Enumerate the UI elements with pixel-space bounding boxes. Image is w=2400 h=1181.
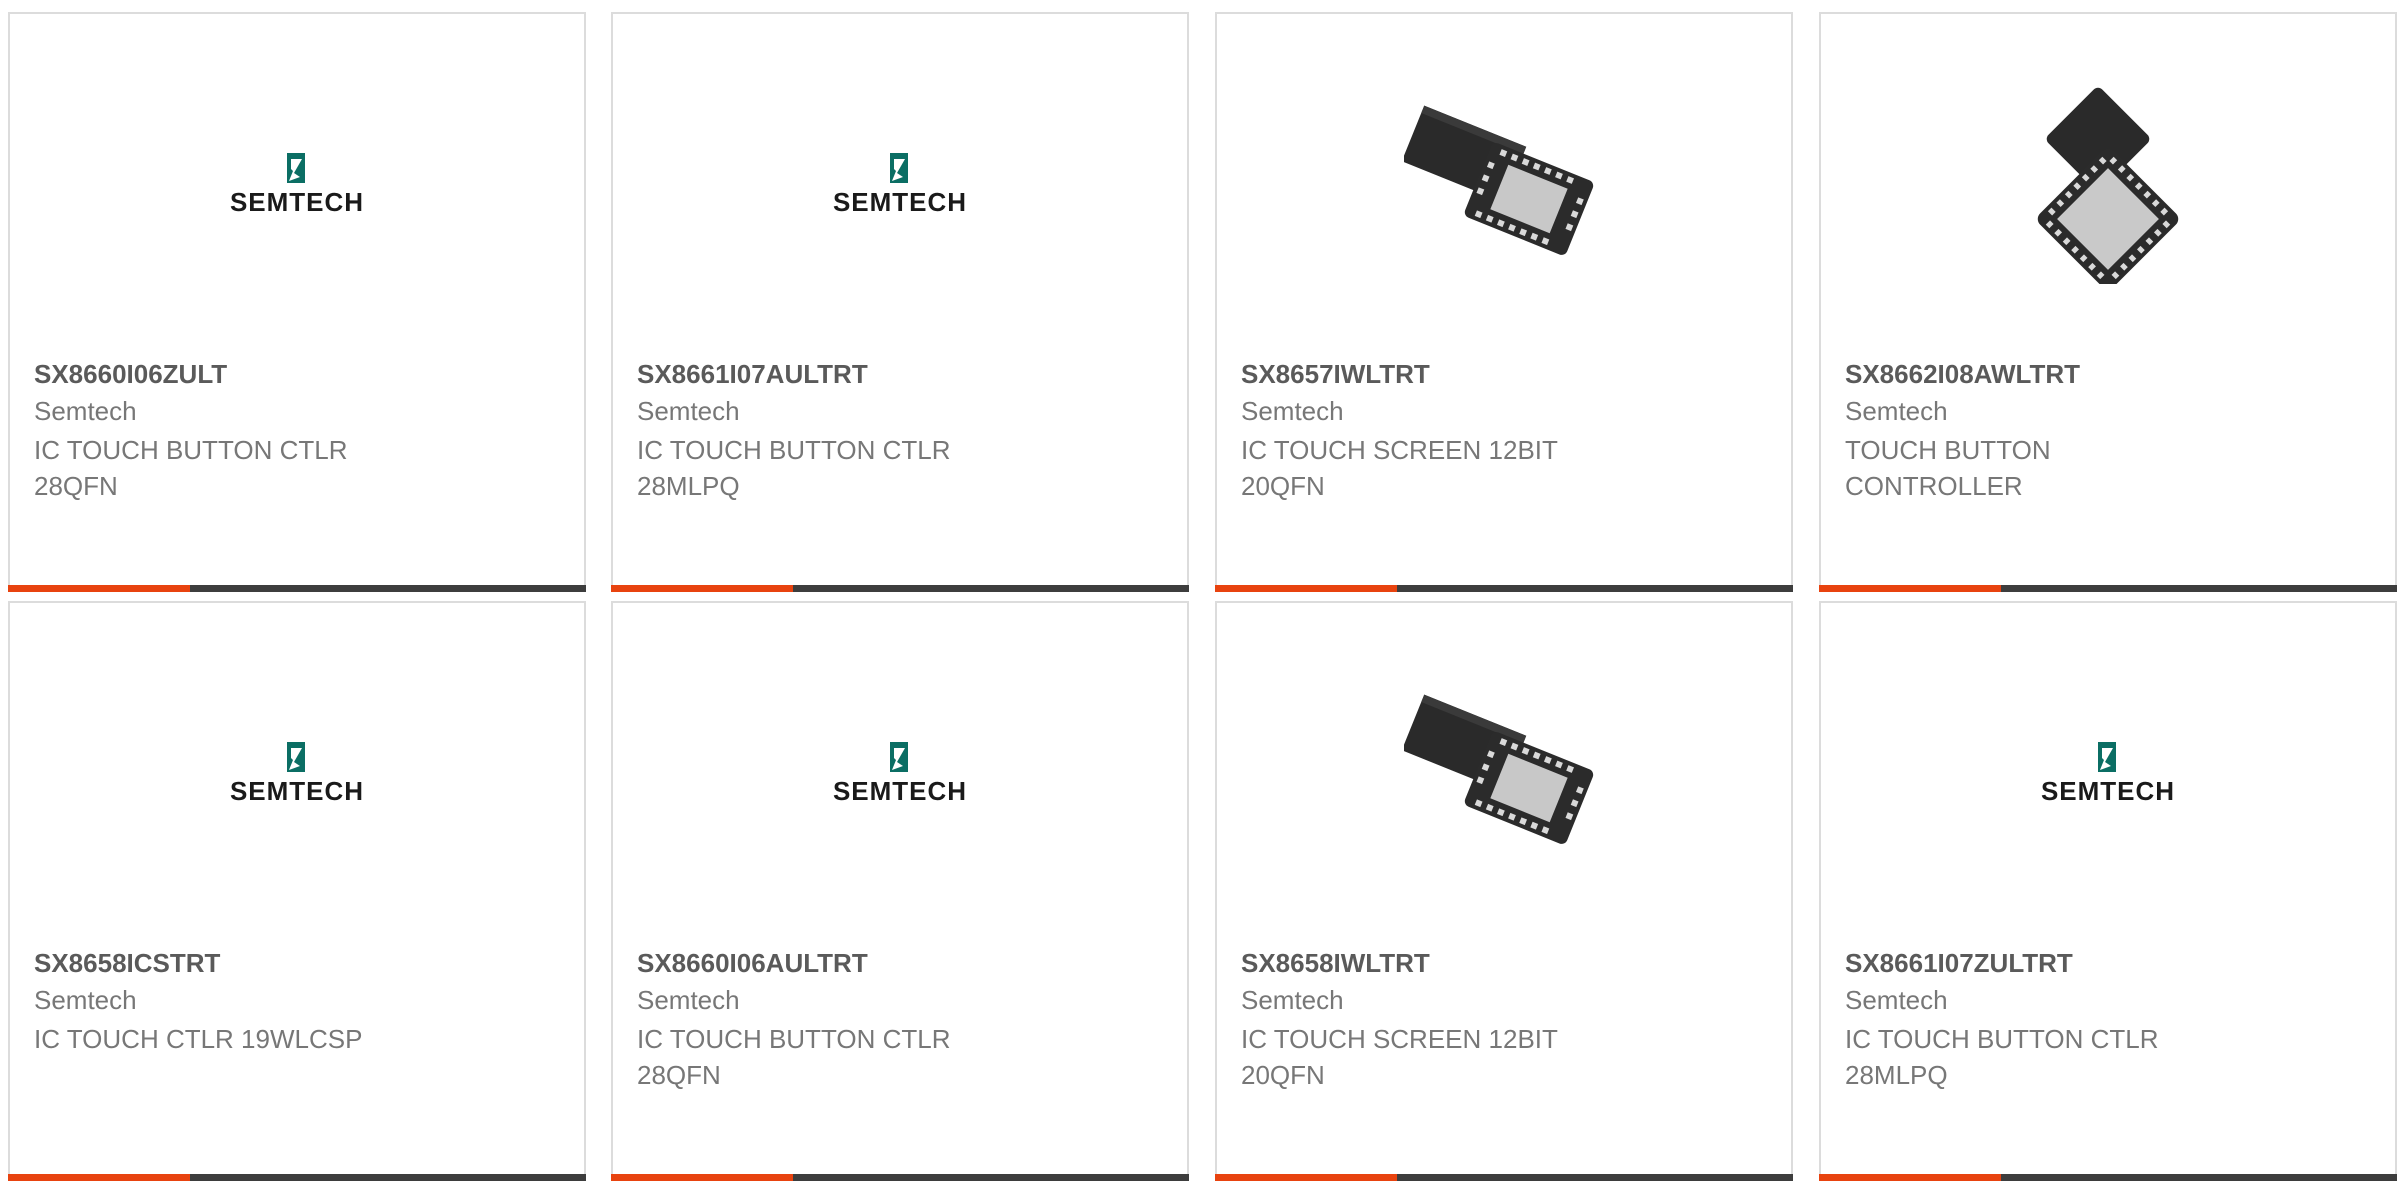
manufacturer: Semtech	[1845, 396, 1948, 426]
product-card[interactable]: SX8661I07ZULTRT Semtech IC TOUCH BUTTON …	[1819, 601, 2397, 1181]
card-bottom-bar	[8, 585, 586, 592]
card-bottom-bar	[1215, 1174, 1793, 1181]
part-number[interactable]: SX8662I08AWLTRT	[1845, 359, 2080, 390]
product-card[interactable]: SX8657IWLTRT Semtech IC TOUCH SCREEN 12B…	[1215, 12, 1793, 592]
description: TOUCH BUTTON CONTROLLER	[1845, 435, 2051, 501]
card-accent-bar	[8, 585, 190, 592]
card-accent-bar	[1819, 1174, 2001, 1181]
product-card[interactable]: SX8662I08AWLTRT Semtech TOUCH BUTTON CON…	[1819, 12, 2397, 592]
product-image[interactable]	[10, 14, 584, 354]
qfn-chip-photo	[1404, 84, 1604, 284]
product-card[interactable]: SX8660I06AULTRT Semtech IC TOUCH BUTTON …	[611, 601, 1189, 1181]
product-card[interactable]: SX8661I07AULTRT Semtech IC TOUCH BUTTON …	[611, 12, 1189, 592]
product-image[interactable]	[613, 603, 1187, 943]
product-image[interactable]	[1217, 603, 1791, 943]
product-card[interactable]: SX8658IWLTRT Semtech IC TOUCH SCREEN 12B…	[1215, 601, 1793, 1181]
qfn-chip-photo	[1404, 673, 1604, 873]
card-bottom-bar	[1819, 1174, 2397, 1181]
product-card[interactable]: SX8660I06ZULT Semtech IC TOUCH BUTTON CT…	[8, 12, 586, 592]
description: IC TOUCH SCREEN 12BIT 20QFN	[1241, 1024, 1558, 1090]
description: IC TOUCH BUTTON CTLR 28MLPQ	[1845, 1024, 2159, 1090]
part-number[interactable]: SX8661I07ZULTRT	[1845, 948, 2073, 979]
product-image[interactable]	[613, 14, 1187, 354]
manufacturer: Semtech	[1845, 985, 1948, 1015]
description: IC TOUCH BUTTON CTLR 28QFN	[637, 1024, 951, 1090]
product-image[interactable]	[1821, 14, 2395, 354]
manufacturer: Semtech	[637, 985, 740, 1015]
part-number[interactable]: SX8660I06ZULT	[34, 359, 227, 390]
card-bottom-bar	[611, 1174, 1189, 1181]
qfn-chip-photo-large	[2008, 84, 2208, 284]
semtech-logo	[192, 149, 402, 219]
card-bottom-bar	[611, 585, 1189, 592]
description: IC TOUCH SCREEN 12BIT 20QFN	[1241, 435, 1558, 501]
card-accent-bar	[1215, 585, 1397, 592]
product-image[interactable]	[10, 603, 584, 943]
product-card[interactable]: SX8658ICSTRT Semtech IC TOUCH CTLR 19WLC…	[8, 601, 586, 1181]
part-number[interactable]: SX8658ICSTRT	[34, 948, 220, 979]
card-accent-bar	[1819, 585, 2001, 592]
description: IC TOUCH CTLR 19WLCSP	[34, 1024, 363, 1054]
card-bottom-bar	[1215, 585, 1793, 592]
semtech-logo	[795, 149, 1005, 219]
card-accent-bar	[1215, 1174, 1397, 1181]
card-accent-bar	[8, 1174, 190, 1181]
part-number[interactable]: SX8658IWLTRT	[1241, 948, 1430, 979]
manufacturer: Semtech	[1241, 985, 1344, 1015]
card-accent-bar	[611, 1174, 793, 1181]
description: IC TOUCH BUTTON CTLR 28QFN	[34, 435, 348, 501]
card-accent-bar	[611, 585, 793, 592]
part-number[interactable]: SX8661I07AULTRT	[637, 359, 868, 390]
product-image[interactable]	[1217, 14, 1791, 354]
description: IC TOUCH BUTTON CTLR 28MLPQ	[637, 435, 951, 501]
part-number[interactable]: SX8657IWLTRT	[1241, 359, 1430, 390]
semtech-logo	[2003, 738, 2213, 808]
card-bottom-bar	[8, 1174, 586, 1181]
manufacturer: Semtech	[34, 396, 137, 426]
manufacturer: Semtech	[1241, 396, 1344, 426]
part-number[interactable]: SX8660I06AULTRT	[637, 948, 868, 979]
manufacturer: Semtech	[637, 396, 740, 426]
card-bottom-bar	[1819, 585, 2397, 592]
manufacturer: Semtech	[34, 985, 137, 1015]
semtech-logo	[192, 738, 402, 808]
semtech-logo	[795, 738, 1005, 808]
product-image[interactable]	[1821, 603, 2395, 943]
